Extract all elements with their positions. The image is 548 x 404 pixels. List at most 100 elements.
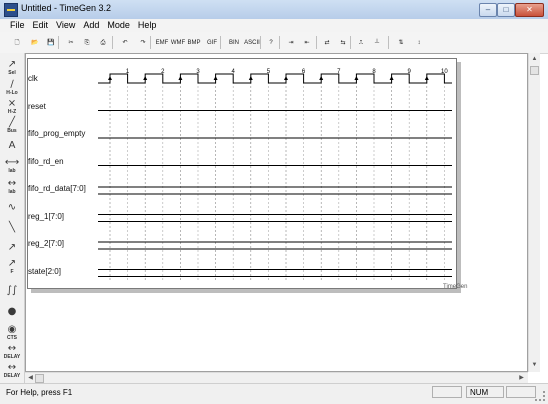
clock-cycle-label: 1 [126, 69, 130, 75]
resize-grip-icon[interactable] [535, 391, 545, 401]
line-tool[interactable]: ╲ [2, 219, 22, 237]
minimize-button[interactable]: – [479, 3, 497, 17]
new-icon[interactable]: 🗋 [10, 35, 24, 50]
bus-tool-icon: ● [7, 306, 17, 317]
fall-tool[interactable]: ↗ F [2, 258, 22, 276]
clock-cycle-label: 4 [232, 69, 236, 75]
print-icon[interactable]: ⎙ [96, 35, 110, 50]
status-num: NUM [466, 386, 504, 398]
window-title: Untitled - TimeGen 3.2 [21, 3, 112, 13]
toolbar-separator [279, 36, 280, 49]
cts-tool-label: CTS [7, 335, 17, 341]
edge-bus-tool-icon: ╱ [8, 117, 16, 128]
redo-icon[interactable]: ↷ [136, 35, 150, 50]
marker-icon[interactable]: ┴ [370, 35, 384, 50]
bus-tool[interactable]: ● [2, 303, 22, 321]
close-button[interactable]: ✕ [515, 3, 544, 17]
scroll-down-icon[interactable]: ▼ [529, 361, 540, 369]
cts-tool[interactable]: ◉ CTS [2, 324, 22, 342]
undo-icon[interactable]: ↶ [118, 35, 132, 50]
rising-edge-arrow [389, 76, 394, 80]
open-icon[interactable]: 📂 [28, 35, 42, 50]
label-tool-label: lab [8, 168, 16, 174]
menu-add[interactable]: Add [79, 19, 103, 32]
label2-tool[interactable]: ↔ lab [2, 178, 22, 196]
save-icon[interactable]: 💾 [44, 35, 58, 50]
status-pane-empty-2 [506, 386, 536, 398]
copy-gif-icon[interactable]: GIF [204, 35, 220, 50]
menu-help[interactable]: Help [134, 19, 161, 32]
zoom-out-v-icon[interactable]: ↕ [412, 35, 426, 50]
edge-hz-tool[interactable]: ⨯ H-Z [2, 98, 22, 116]
title-bar: Untitled - TimeGen 3.2 – □ ✕ [0, 0, 548, 20]
rising-edge-arrow [143, 76, 148, 80]
rising-edge-arrow [319, 76, 324, 80]
horizontal-scroll-thumb[interactable] [35, 374, 44, 383]
rising-edge-arrow [248, 76, 253, 80]
delay2-tool-icon: ↔ [7, 362, 17, 373]
clock-cycle-label: 9 [408, 69, 412, 75]
expand-icon[interactable]: ⇄ [320, 35, 334, 50]
rising-edge-arrow [108, 76, 112, 80]
text-tool[interactable]: A [2, 137, 22, 155]
menu-mode[interactable]: Mode [103, 19, 134, 32]
label-tool[interactable]: ⟷ lab [2, 157, 22, 175]
menu-edit[interactable]: Edit [29, 19, 53, 32]
delay2-tool[interactable]: ↔ DELAY [2, 362, 22, 380]
clock-wave-icon[interactable]: ⎍ [354, 35, 368, 50]
fall-tool-icon: ↗ [7, 258, 17, 269]
edge-bus-tool[interactable]: ╱ Bus [2, 117, 22, 135]
rising-edge-arrow [354, 76, 359, 80]
copy-bmp-icon[interactable]: BMP [186, 35, 202, 50]
menu-bar: File Edit View Add Mode Help [0, 19, 548, 32]
timing-diagram[interactable]: clk reset fifo_prog_empty fifo_rd_en fifo_rd… [27, 58, 457, 289]
select-tool[interactable]: ↗ Sel [2, 59, 22, 77]
edge-bus-tool-label: Bus [7, 128, 17, 134]
maximize-button[interactable]: □ [497, 3, 515, 17]
scroll-right-icon[interactable]: ▶ [516, 374, 527, 382]
binary-icon[interactable]: BIN [226, 35, 242, 50]
vertical-scroll-thumb[interactable] [530, 66, 539, 75]
copy-icon[interactable]: ⎘ [80, 35, 94, 50]
toolbar-separator [316, 36, 317, 49]
rising-edge-arrow [213, 76, 218, 80]
delay-tool[interactable]: ↔ DELAY [2, 343, 22, 361]
zoom-in-h-icon[interactable]: ⇥ [284, 35, 298, 50]
app-icon [4, 3, 18, 17]
ascii-icon[interactable]: ASCII [244, 35, 260, 50]
toolbar-separator [112, 36, 113, 49]
shrink-icon[interactable]: ⇆ [336, 35, 350, 50]
menu-file[interactable]: File [6, 19, 29, 32]
copy-clipboard-icon[interactable]: EMF [154, 35, 170, 50]
break-tool[interactable]: ∫∫ [2, 282, 22, 300]
arrow-tool[interactable]: ↗ [2, 239, 22, 257]
clock-cycle-label: 10 [441, 69, 448, 75]
zoom-in-v-icon[interactable]: ⇅ [394, 35, 408, 50]
delay2-tool-label: DELAY [3, 373, 21, 379]
clock-cycle-label: 7 [337, 69, 341, 75]
rising-edge-arrow [284, 76, 288, 80]
cut-icon[interactable]: ✂ [64, 35, 78, 50]
line-tool-icon: ╲ [8, 222, 16, 233]
status-pane-empty [432, 386, 462, 398]
copy-wmf-icon[interactable]: WMF [170, 35, 186, 50]
curve-tool[interactable]: ∿ [2, 199, 22, 217]
clock-cycle-label: 3 [196, 69, 200, 75]
toolbar-separator [58, 36, 59, 49]
status-bar: For Help, press F1 NUM [0, 383, 548, 404]
rising-edge-arrow [424, 76, 429, 80]
toolbar-separator [388, 36, 389, 49]
vertical-scrollbar[interactable]: ▲ ▼ [528, 53, 540, 372]
edge-lh-tool-label: H-Lo [6, 90, 18, 96]
text-tool-icon: A [8, 140, 16, 151]
tool-palette: ↗ Sel ∕ H-Lo ⨯ H-Z ╱ Bus A ⟷ lab ↔ lab ∿ ╲ ↗ ↗ F ∫∫ ● ◉ CTS ↔ D… [0, 53, 25, 383]
zoom-out-h-icon[interactable]: ⇤ [300, 35, 314, 50]
menu-view[interactable]: View [52, 19, 79, 32]
scroll-up-icon[interactable]: ▲ [529, 55, 540, 63]
help-icon[interactable]: ? [264, 35, 278, 50]
toolbar-separator [220, 36, 221, 49]
select-tool-label: Sel [8, 70, 16, 76]
edge-lh-tool[interactable]: ∕ H-Lo [2, 79, 22, 97]
waveform-canvas[interactable]: 1 2 3 4 5 6 7 8 9 10 [28, 59, 456, 288]
fall-tool-label: F [10, 269, 14, 275]
